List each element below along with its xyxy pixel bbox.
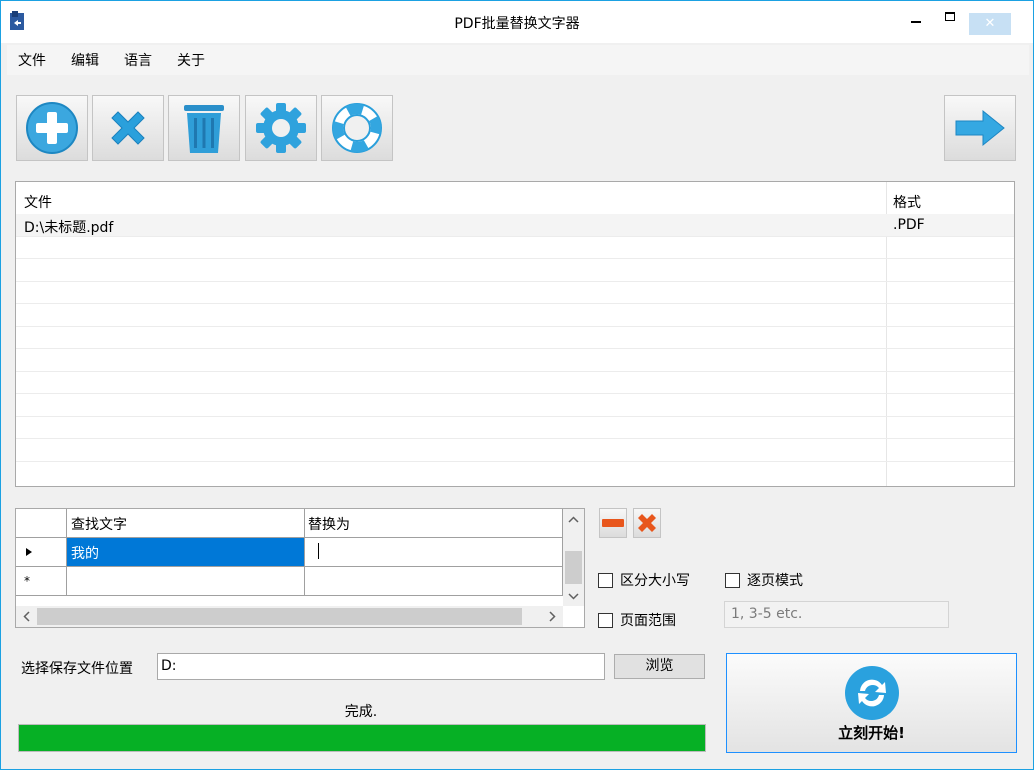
- empty-row: [16, 417, 1014, 439]
- column-file[interactable]: 文件: [24, 192, 52, 212]
- minimize-icon: [911, 21, 921, 23]
- page-range-checkbox[interactable]: [598, 612, 613, 628]
- page-by-page-label: 逐页模式: [747, 573, 803, 589]
- save-location-label: 选择保存文件位置: [21, 661, 133, 677]
- current-row-icon: [26, 548, 32, 556]
- column-format[interactable]: 格式: [893, 192, 921, 212]
- scroll-down-icon[interactable]: [563, 589, 584, 603]
- menu-bar: 文件 编辑 语言 关于: [7, 45, 1029, 75]
- text-cursor: [318, 543, 319, 559]
- empty-row: [16, 237, 1014, 259]
- file-path: D:\未标题.pdf: [24, 220, 114, 236]
- empty-row: [16, 394, 1014, 417]
- page-range-option[interactable]: 页面范围: [598, 610, 676, 630]
- next-button[interactable]: [944, 95, 1016, 161]
- start-button[interactable]: 立刻开始!: [726, 653, 1017, 753]
- find-text-cell[interactable]: 我的: [67, 538, 305, 567]
- column-find-text[interactable]: 查找文字: [67, 509, 305, 538]
- grid-horizontal-scrollbar[interactable]: [16, 606, 563, 627]
- progress-bar: [18, 724, 706, 752]
- settings-button[interactable]: [245, 95, 317, 161]
- scroll-up-icon[interactable]: [563, 513, 584, 527]
- maximize-button[interactable]: [933, 1, 967, 31]
- close-icon: ✕: [984, 16, 996, 31]
- minus-icon: [602, 519, 624, 527]
- add-icon: [26, 102, 78, 154]
- title-bar: PDF批量替换文字器 ✕: [1, 1, 1033, 43]
- menu-language[interactable]: 语言: [124, 50, 152, 70]
- next-arrow-icon: [955, 109, 1005, 147]
- save-location-input[interactable]: D:: [157, 653, 605, 680]
- empty-row: [16, 282, 1014, 304]
- case-sensitive-option[interactable]: 区分大小写: [598, 570, 690, 590]
- row-header-new[interactable]: *: [16, 567, 67, 596]
- remove-row-button[interactable]: [599, 508, 627, 538]
- new-row-icon: *: [24, 574, 30, 588]
- grid-horizontal-thumb[interactable]: [37, 608, 522, 625]
- page-by-page-checkbox[interactable]: [725, 572, 740, 588]
- empty-row: [16, 372, 1014, 394]
- menu-about[interactable]: 关于: [177, 50, 205, 70]
- window-title: PDF批量替换文字器: [454, 16, 580, 32]
- minimize-button[interactable]: [899, 1, 933, 31]
- row-header-current[interactable]: [16, 538, 67, 567]
- page-range-input[interactable]: 1, 3-5 etc.: [724, 601, 949, 628]
- empty-row: [16, 327, 1014, 349]
- scroll-right-icon[interactable]: [545, 606, 559, 627]
- empty-row: [16, 304, 1014, 327]
- menu-edit[interactable]: 编辑: [71, 50, 99, 70]
- new-find-cell[interactable]: [67, 567, 305, 596]
- column-replace-with[interactable]: 替换为: [304, 509, 563, 538]
- empty-row: [16, 439, 1014, 462]
- add-file-button[interactable]: [16, 95, 88, 161]
- file-format: .PDF: [893, 217, 925, 233]
- close-button[interactable]: ✕: [969, 13, 1011, 35]
- settings-icon: [256, 103, 306, 153]
- remove-icon: [111, 111, 145, 145]
- help-lifebuoy-icon: [332, 103, 382, 153]
- empty-row: [16, 349, 1014, 372]
- refresh-icon: [845, 666, 899, 720]
- menu-file[interactable]: 文件: [18, 50, 46, 70]
- status-text: 完成.: [344, 704, 378, 720]
- case-sensitive-label: 区分大小写: [620, 573, 690, 589]
- page-range-label: 页面范围: [620, 613, 676, 629]
- file-list-header: 文件 格式: [16, 182, 1014, 214]
- clear-list-button[interactable]: [168, 95, 240, 161]
- trash-icon: [184, 105, 224, 153]
- maximize-icon: [945, 12, 955, 21]
- browse-button[interactable]: 浏览: [614, 654, 705, 679]
- replace-with-cell[interactable]: [304, 538, 563, 567]
- app-window: PDF批量替换文字器 ✕ 文件 编辑 语言 关于 文件 格式 D:\未标题.pd…: [0, 0, 1034, 770]
- grid-corner: [16, 509, 67, 538]
- scroll-left-icon[interactable]: [20, 606, 34, 627]
- start-label: 立刻开始!: [838, 724, 905, 742]
- replace-grid[interactable]: 查找文字 替换为 我的 *: [15, 508, 585, 628]
- delete-x-icon: [638, 514, 656, 532]
- grid-vertical-thumb[interactable]: [565, 551, 582, 584]
- file-list[interactable]: 文件 格式 D:\未标题.pdf .PDF: [15, 181, 1015, 487]
- progress-fill: [19, 725, 705, 751]
- empty-row: [16, 259, 1014, 282]
- grid-vertical-scrollbar[interactable]: [563, 509, 584, 606]
- clear-rows-button[interactable]: [633, 508, 661, 538]
- file-row[interactable]: D:\未标题.pdf .PDF: [16, 214, 1014, 237]
- case-sensitive-checkbox[interactable]: [598, 572, 613, 588]
- help-button[interactable]: [321, 95, 393, 161]
- new-replace-cell[interactable]: [304, 567, 563, 596]
- page-by-page-option[interactable]: 逐页模式: [725, 570, 803, 590]
- remove-file-button[interactable]: [92, 95, 164, 161]
